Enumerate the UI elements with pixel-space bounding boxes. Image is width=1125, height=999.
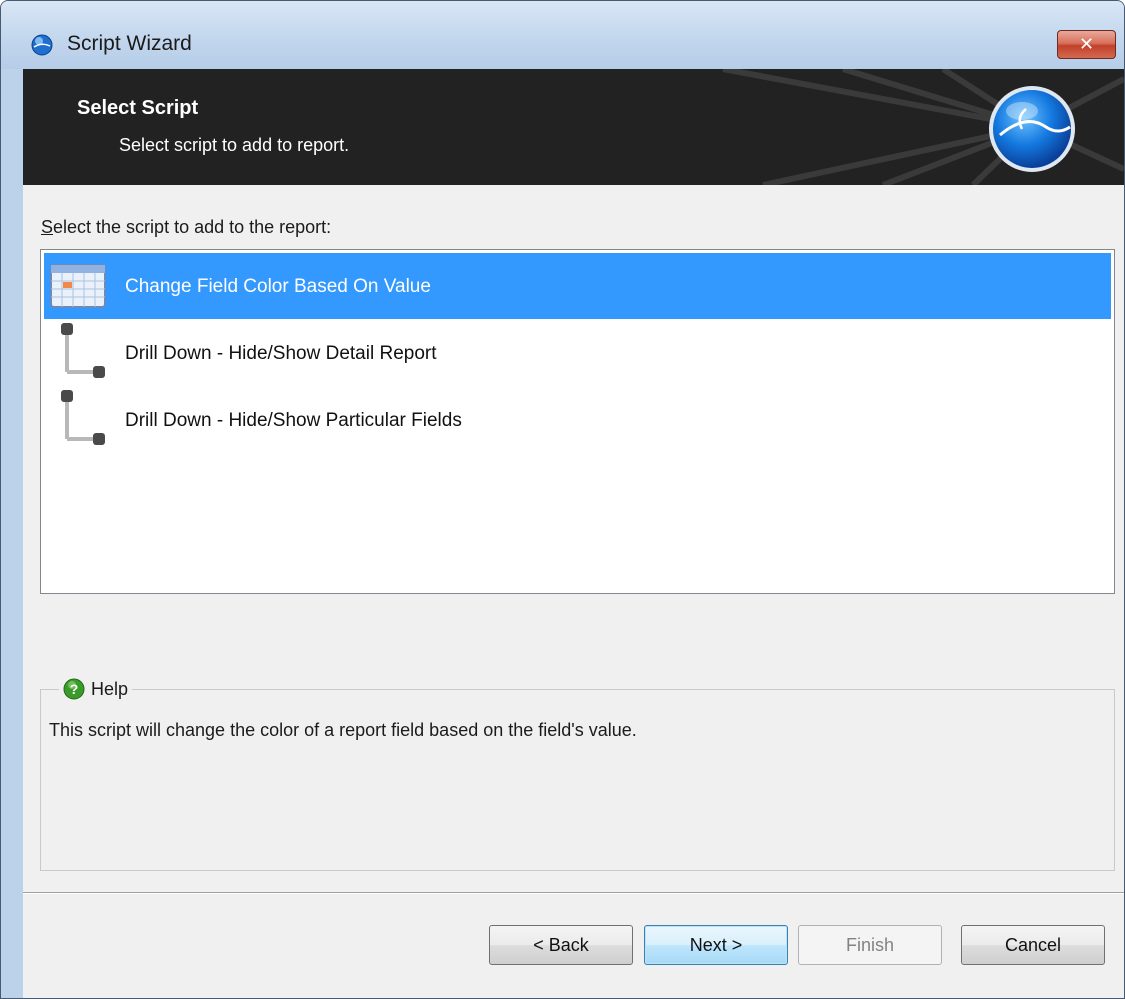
script-listbox[interactable]: Change Field Color Based On Value Drill …: [40, 249, 1115, 594]
help-question-icon: ?: [63, 678, 85, 700]
wizard-content: Select the script to add to the report: …: [23, 185, 1124, 998]
drilldown-tree-icon: [61, 390, 105, 445]
window-title: Script Wizard: [67, 32, 192, 55]
back-button[interactable]: < Back: [489, 925, 633, 965]
close-icon: ✕: [1078, 34, 1095, 54]
help-legend: ? Help: [59, 678, 133, 700]
close-button[interactable]: ✕: [1057, 30, 1116, 59]
list-item-label: Drill Down - Hide/Show Detail Report: [125, 343, 437, 364]
list-item-label: Change Field Color Based On Value: [125, 276, 431, 297]
next-button[interactable]: Next >: [644, 925, 788, 965]
help-description: This script will change the color of a r…: [49, 720, 637, 740]
cancel-button[interactable]: Cancel: [961, 925, 1105, 965]
banner-rays: [722, 69, 1124, 185]
list-item-label: Drill Down - Hide/Show Particular Fields: [125, 410, 462, 431]
drilldown-tree-icon: [61, 323, 105, 378]
help-title: Help: [91, 678, 129, 699]
list-item[interactable]: Drill Down - Hide/Show Detail Report: [44, 320, 1111, 386]
list-item[interactable]: Drill Down - Hide/Show Particular Fields: [44, 387, 1111, 453]
title-bar: Script Wizard ✕: [1, 1, 1124, 69]
svg-text:?: ?: [70, 681, 79, 697]
app-globe-icon: [31, 34, 53, 56]
list-item[interactable]: Change Field Color Based On Value: [44, 253, 1111, 319]
finish-button[interactable]: Finish: [798, 925, 942, 965]
wizard-header: Select Script Select script to add to re…: [23, 69, 1124, 185]
script-list-label: Select the script to add to the report:: [41, 217, 331, 238]
help-groupbox: ? Help This script will change the color…: [40, 678, 1115, 871]
script-wizard-window: Script Wizard ✕ Select Script Select scr…: [0, 0, 1125, 999]
script-list-label-text: elect the script to add to the report:: [53, 217, 332, 237]
color-grid-icon: [50, 264, 106, 308]
page-subtitle: Select script to add to report.: [119, 135, 350, 155]
footer-separator: [23, 892, 1124, 894]
page-title: Select Script: [77, 97, 199, 119]
accelerator-key: S: [41, 217, 54, 237]
wizard-logo-icon: [989, 86, 1075, 172]
